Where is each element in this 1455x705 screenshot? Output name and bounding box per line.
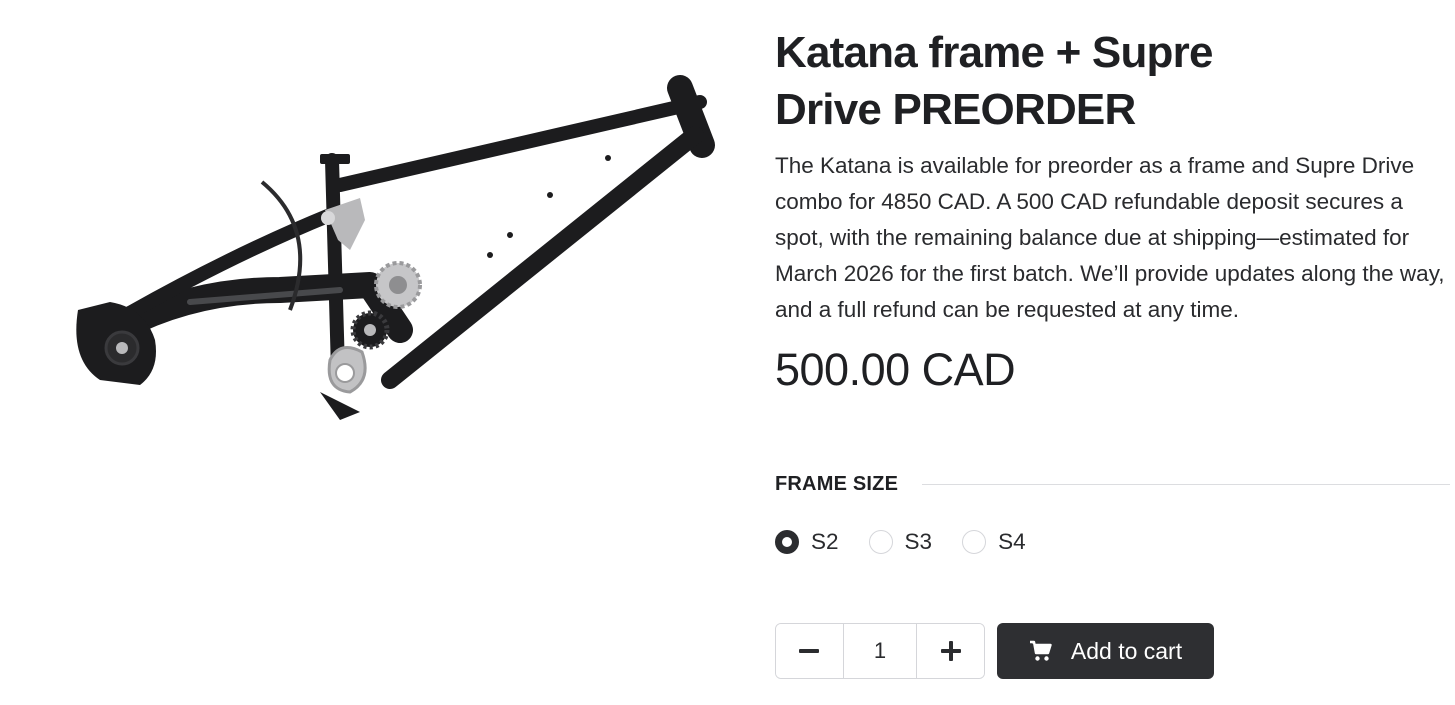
size-option-s3[interactable]: S3 [868, 529, 933, 555]
frame-size-header: FRAME SIZE [775, 472, 1450, 496]
plus-icon [940, 641, 961, 661]
bike-frame-illustration [76, 75, 715, 420]
size-label: S3 [904, 529, 933, 554]
quantity-stepper: 1 [775, 623, 985, 679]
product-price: 500.00 CAD [775, 344, 1016, 395]
product-description: The Katana is available for preorder as … [775, 153, 1445, 322]
size-label: S4 [998, 529, 1026, 554]
cart-icon [1029, 640, 1052, 661]
size-option-s4[interactable]: S4 [962, 529, 1026, 555]
product-title: Katana frame + Supre Drive PREORDER [775, 28, 1213, 134]
frame-size-label: FRAME SIZE [775, 472, 899, 495]
size-option-s2[interactable]: S2 [775, 529, 839, 555]
minus-icon [799, 649, 820, 653]
frame-size-options: S2 S3 S4 [775, 528, 1056, 556]
quantity-input[interactable]: 1 [842, 624, 918, 678]
decrease-quantity-button[interactable] [776, 624, 843, 678]
product-details: Katana frame + Supre Drive PREORDER The … [775, 24, 1450, 679]
product-page: Katana frame + Supre Drive PREORDER The … [0, 0, 1455, 705]
add-to-cart-button[interactable]: Add to cart [997, 623, 1214, 679]
radio-icon[interactable] [868, 530, 893, 554]
size-label: S2 [811, 529, 839, 554]
radio-icon[interactable] [962, 530, 987, 554]
radio-selected-icon[interactable] [775, 530, 799, 554]
purchase-controls: 1 Add to cart [775, 623, 1214, 679]
divider [922, 483, 1450, 485]
add-to-cart-label: Add to cart [1070, 637, 1183, 664]
product-image [40, 40, 740, 440]
increase-quantity-button[interactable] [917, 624, 984, 678]
